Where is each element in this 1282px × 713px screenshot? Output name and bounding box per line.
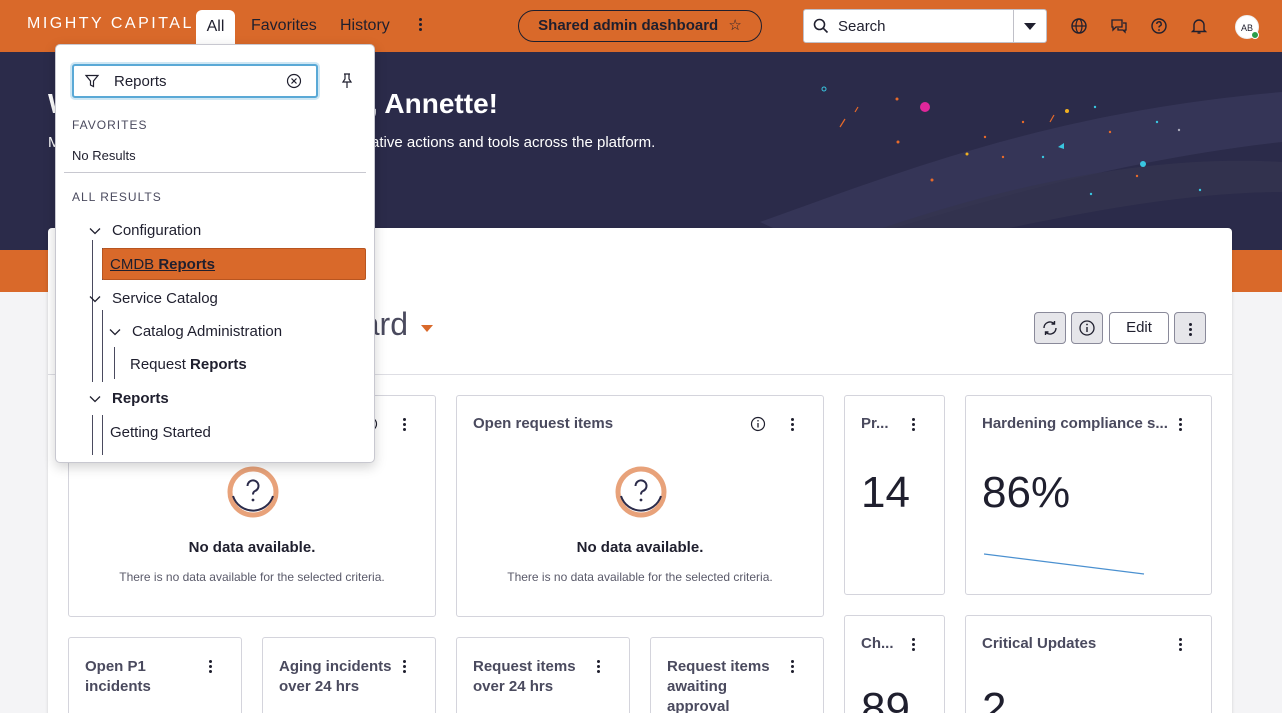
- widget-open-p1-incidents: Open P1 incidents: [68, 637, 242, 713]
- chevron-down-icon: [1024, 23, 1036, 30]
- shared-dashboard-label: Shared admin dashboard: [538, 17, 719, 34]
- widget-title[interactable]: Pr...: [861, 415, 889, 432]
- presence-indicator: [1251, 31, 1259, 39]
- widget-more-icon[interactable]: [1175, 636, 1185, 652]
- widget-pr: Pr... 14: [844, 395, 945, 595]
- dashboard-switch-caret-icon[interactable]: [421, 325, 433, 332]
- widget-ch: Ch... 89: [844, 615, 945, 713]
- tree-guide-line: [114, 347, 115, 379]
- global-search-input[interactable]: Search: [803, 9, 1047, 43]
- widget-request-items-awaiting-approval: Request items awaiting approval: [650, 637, 824, 713]
- search-scope-dropdown[interactable]: [1013, 10, 1046, 42]
- tree-item-cmdb-reports[interactable]: CMDB Reports: [102, 248, 366, 280]
- info-button[interactable]: [1071, 312, 1103, 344]
- help-icon[interactable]: [1150, 17, 1168, 35]
- chevron-down-icon[interactable]: [89, 225, 101, 237]
- edit-button[interactable]: Edit: [1109, 312, 1169, 344]
- chevron-down-icon[interactable]: [89, 393, 101, 405]
- widget-title[interactable]: Hardening compliance s...: [982, 415, 1168, 432]
- tree-item-request-reports[interactable]: Request Reports: [130, 356, 247, 373]
- widget-more-icon[interactable]: [787, 658, 797, 674]
- widget-hardening-compliance: Hardening compliance s... 86%: [965, 395, 1212, 595]
- bell-icon[interactable]: [1190, 17, 1208, 35]
- company-logo[interactable]: MIGHTY CAPITAL: [27, 15, 194, 33]
- widget-aging-incidents: Aging incidents over 24 hrs: [262, 637, 436, 713]
- dashboard-more-button[interactable]: [1174, 312, 1206, 344]
- favorites-section-label: FAVORITES: [72, 118, 148, 132]
- kebab-icon: [1175, 313, 1205, 336]
- filter-value: Reports: [114, 73, 167, 90]
- tree-item-service-catalog[interactable]: Service Catalog: [112, 290, 218, 307]
- user-avatar[interactable]: AB: [1235, 15, 1259, 39]
- widget-value[interactable]: 89: [861, 684, 910, 713]
- widget-title[interactable]: Open request items: [473, 415, 613, 432]
- chevron-down-icon[interactable]: [109, 326, 121, 338]
- widget-more-icon[interactable]: [593, 658, 603, 674]
- tab-history[interactable]: History: [332, 10, 398, 44]
- tree-item-catalog-administration[interactable]: Catalog Administration: [132, 323, 282, 340]
- tree-guide-line: [102, 415, 103, 455]
- tree-item-configuration[interactable]: Configuration: [112, 222, 201, 239]
- widget-more-icon[interactable]: [787, 416, 797, 432]
- clear-icon[interactable]: [286, 73, 302, 89]
- refresh-icon: [1043, 321, 1057, 335]
- widget-title[interactable]: Aging incidents over 24 hrs: [279, 657, 392, 697]
- widget-more-icon[interactable]: [399, 658, 409, 674]
- tree-item-getting-started[interactable]: Getting Started: [110, 424, 211, 441]
- widget-title[interactable]: Request items awaiting approval: [667, 657, 770, 713]
- widget-value[interactable]: 86%: [982, 468, 1070, 518]
- search-icon: [813, 18, 829, 34]
- more-menu-icon[interactable]: [410, 16, 430, 36]
- widget-value[interactable]: 2: [982, 684, 1006, 713]
- info-icon: [1079, 320, 1095, 336]
- all-results-section-label: ALL RESULTS: [72, 190, 162, 204]
- shared-dashboard-button[interactable]: Shared admin dashboard ☆: [518, 10, 762, 42]
- widget-more-icon[interactable]: [908, 416, 918, 432]
- widget-title[interactable]: Open P1 incidents: [85, 657, 151, 697]
- globe-icon[interactable]: [1070, 17, 1088, 35]
- widget-title[interactable]: Request items over 24 hrs: [473, 657, 576, 697]
- widget-more-icon[interactable]: [205, 658, 215, 674]
- no-data-title: No data available.: [576, 539, 704, 556]
- widget-title[interactable]: Ch...: [861, 635, 894, 652]
- favorites-no-results: No Results: [72, 148, 136, 163]
- pin-icon[interactable]: [340, 73, 354, 89]
- question-icon: [615, 466, 667, 518]
- info-icon[interactable]: [750, 416, 766, 432]
- refresh-button[interactable]: [1034, 312, 1066, 344]
- search-placeholder: Search: [838, 18, 886, 35]
- tree-guide-line: [102, 310, 103, 382]
- no-data-title: No data available.: [188, 539, 316, 556]
- widget-request-items-over-24: Request items over 24 hrs: [456, 637, 630, 713]
- widget-critical-updates: Critical Updates 2: [965, 615, 1212, 713]
- question-icon: [227, 466, 279, 518]
- widget-more-icon[interactable]: [1175, 416, 1185, 432]
- trend-sparkline: [984, 553, 1145, 575]
- cmdb-reports-label: CMDB Reports: [110, 256, 216, 273]
- tab-favorites[interactable]: Favorites: [243, 10, 325, 44]
- widget-value[interactable]: 14: [861, 468, 910, 518]
- star-icon[interactable]: ☆: [728, 17, 741, 34]
- tree-item-reports[interactable]: Reports: [112, 390, 169, 407]
- widget-open-request-items: Open request items No data available. Th…: [456, 395, 824, 617]
- no-data-subtitle: There is no data available for the selec…: [119, 570, 385, 584]
- all-menu-popup: Reports FAVORITES No Results ALL RESULTS…: [55, 44, 375, 463]
- no-data-subtitle: There is no data available for the selec…: [507, 570, 773, 584]
- filter-icon: [84, 74, 100, 88]
- widget-title[interactable]: Critical Updates: [982, 635, 1096, 652]
- widget-more-icon[interactable]: [908, 636, 918, 652]
- popup-divider: [64, 172, 366, 173]
- widget-more-icon[interactable]: [399, 416, 409, 432]
- tree-guide-line: [92, 415, 93, 455]
- chevron-down-icon[interactable]: [89, 293, 101, 305]
- chat-icon[interactable]: [1110, 17, 1128, 35]
- menu-filter-input[interactable]: Reports: [72, 64, 318, 98]
- tree-guide-line: [92, 240, 93, 382]
